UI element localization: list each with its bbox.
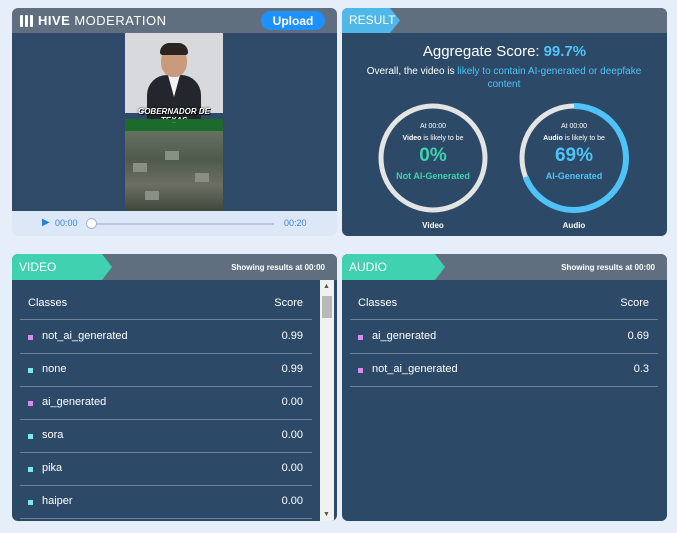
- aggregate-label: Aggregate Score:: [422, 43, 540, 60]
- table-row: ai_generated 0.69: [350, 321, 658, 354]
- class-name: not_ai_generated: [42, 330, 128, 342]
- table-row: not_ai_generated 0.99: [20, 321, 312, 354]
- result-panel: RESULT Aggregate Score: 99.7% Overall, th…: [342, 8, 667, 236]
- total-time: 00:20: [284, 218, 307, 228]
- video-subtitle: ...: [125, 119, 223, 131]
- class-name: pika: [42, 462, 63, 474]
- class-score: 0.3: [633, 363, 649, 375]
- video-results-scrollbar[interactable]: ▲ ▼: [320, 280, 334, 521]
- class-name: not_ai_generated: [372, 363, 458, 375]
- class-color-swatch: [28, 500, 33, 505]
- class-score: 0.00: [281, 429, 303, 441]
- class-color-swatch: [28, 401, 33, 406]
- brand-light: MODERATION: [74, 13, 167, 28]
- hive-logo: HIVE MODERATION: [20, 13, 167, 28]
- summary-text: Overall, the video is likely to contain …: [366, 66, 642, 90]
- video-results-tag: VIDEO RESULTS: [12, 254, 112, 280]
- video-frame: GOBERNADOR DE TEXAS ...: [125, 33, 223, 211]
- class-score: 0.69: [627, 330, 649, 342]
- audio-gauge-time: At 00:00: [560, 123, 588, 130]
- audio-results-panel: AUDIO RESULTS Showing results at 00:00 C…: [342, 254, 667, 521]
- scroll-thumb[interactable]: [322, 296, 332, 318]
- table-row: none 0.99: [20, 354, 312, 387]
- play-icon[interactable]: ▶: [42, 217, 50, 228]
- current-time: 00:00: [55, 218, 78, 228]
- video-showing-results: Showing results at 00:00: [231, 263, 325, 272]
- audio-table-header: Classes Score: [350, 290, 658, 320]
- class-name: haiper: [42, 495, 73, 507]
- seek-bar[interactable]: [92, 223, 274, 225]
- audio-gauge-percent: 69%: [554, 145, 594, 166]
- class-score: 0.99: [281, 363, 303, 375]
- audio-results-tag: AUDIO RESULTS: [342, 254, 445, 280]
- class-score: 0.00: [281, 396, 303, 408]
- class-name: sora: [42, 429, 64, 441]
- scroll-up-icon[interactable]: ▲: [323, 283, 330, 290]
- hive-logo-icon: [20, 14, 33, 27]
- top-bar: HIVE MODERATION Upload: [12, 8, 337, 33]
- class-color-swatch: [28, 368, 33, 373]
- table-row: haiper 0.00: [20, 486, 312, 519]
- video-table-header: Classes Score: [20, 290, 312, 320]
- video-player-panel: HIVE MODERATION Upload GOBERNADOR DE TEX…: [12, 8, 337, 236]
- table-row: ai_generated 0.00: [20, 387, 312, 420]
- table-row: not_ai_generated 0.3: [350, 354, 658, 387]
- class-color-swatch: [28, 335, 33, 340]
- playback-controls: ▶ 00:00 00:20: [12, 211, 337, 236]
- audio-gauge-label: AI-Generated: [545, 171, 603, 181]
- video-gauge-percent: 0%: [419, 145, 447, 166]
- brand-bold: HIVE: [38, 13, 71, 28]
- video-gauge-label: Not AI-Generated: [396, 171, 470, 181]
- table-row: pika 0.00: [20, 453, 312, 486]
- class-name: ai_generated: [42, 396, 107, 408]
- class-color-swatch: [358, 335, 363, 340]
- audio-gauge-name: Audio: [562, 221, 586, 230]
- video-results-panel: VIDEO RESULTS Showing results at 00:00 C…: [12, 254, 337, 521]
- class-score: 0.00: [281, 495, 303, 507]
- video-gauge-name: Video: [422, 221, 444, 230]
- class-score: 0.00: [281, 462, 303, 474]
- class-color-swatch: [28, 467, 33, 472]
- class-score: 0.99: [281, 330, 303, 342]
- seek-handle[interactable]: [86, 218, 97, 229]
- video-gauge-time: At 00:00: [419, 123, 447, 130]
- result-tag: RESULT: [342, 8, 400, 33]
- video-area[interactable]: GOBERNADOR DE TEXAS ...: [12, 33, 337, 211]
- audio-showing-results: Showing results at 00:00: [561, 263, 655, 272]
- upload-button[interactable]: Upload: [261, 11, 325, 30]
- audio-gauge: At 00:00 Audio is likely to be 69% AI-Ge…: [517, 101, 631, 236]
- aggregate-value: 99.7%: [543, 43, 587, 60]
- aggregate-score: Aggregate Score: 99.7%: [342, 43, 667, 60]
- scroll-down-icon[interactable]: ▼: [323, 511, 330, 518]
- table-row: sora 0.00: [20, 420, 312, 453]
- class-name: ai_generated: [372, 330, 437, 342]
- video-gauge: At 00:00 Video is likely to be 0% Not AI…: [376, 101, 490, 236]
- class-name: none: [42, 363, 67, 375]
- class-color-swatch: [28, 434, 33, 439]
- class-color-swatch: [358, 368, 363, 373]
